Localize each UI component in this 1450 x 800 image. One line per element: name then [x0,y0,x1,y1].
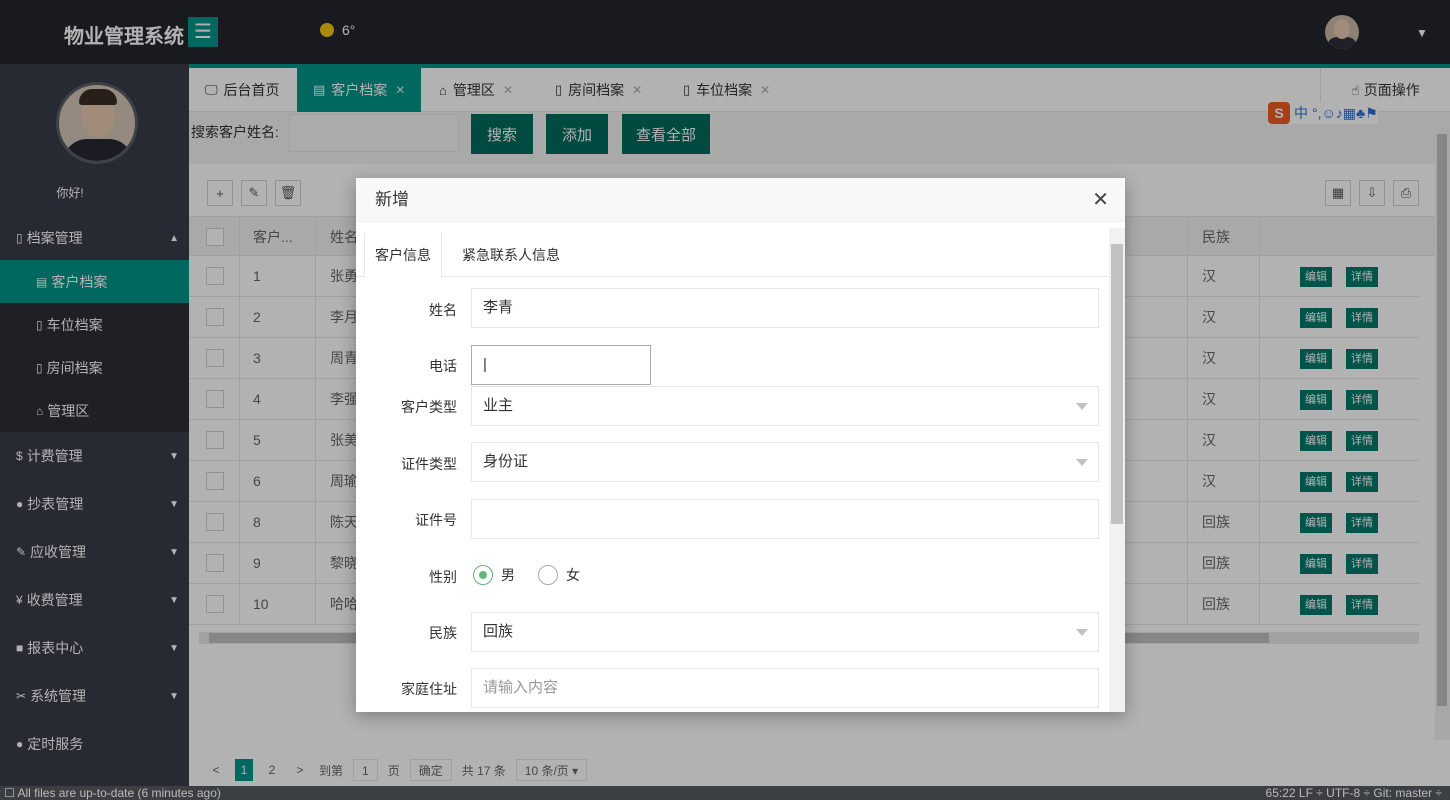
gender-male-label: 男 [501,567,515,583]
phone-label: 电话 [429,358,457,374]
chevron-down-icon [1076,403,1088,410]
id-number-field[interactable] [471,499,1099,539]
customer-type-select[interactable]: 业主 [471,386,1099,426]
name-label: 姓名 [429,302,457,318]
address-label: 家庭住址 [401,681,457,697]
radio-unchecked-icon [538,565,558,585]
status-left: ☐ All files are up-to-date (6 minutes ag… [4,786,221,800]
dialog-tabs: 客户信息 紧急联系人信息 [356,233,1108,278]
ethnic-select[interactable]: 回族 [471,612,1099,652]
tab-emergency-contact[interactable]: 紧急联系人信息 [452,233,570,277]
gender-female-radio[interactable]: 女 [538,565,580,585]
ethnic-value: 回族 [483,623,514,640]
dialog-scroll-thumb[interactable] [1111,244,1123,524]
name-field[interactable]: 李青 [471,288,1099,328]
phone-field[interactable]: | [471,345,651,385]
gender-label: 性别 [429,569,457,585]
chevron-down-icon [1076,629,1088,636]
status-left-text: All files are up-to-date (6 minutes ago) [17,786,221,800]
dialog-header: 新增 ✕ [356,178,1125,222]
ide-status-bar: ☐ All files are up-to-date (6 minutes ag… [0,786,1450,800]
dialog-title: 新增 [375,190,409,209]
id-type-select[interactable]: 身份证 [471,442,1099,482]
customer-form: 姓名 李青 电话 | 客户类型 业主 证件类型 身份证 证件号 性别 男 女 民… [356,277,1108,712]
customer-type-label: 客户类型 [401,399,457,415]
ethnic-label: 民族 [429,625,457,641]
radio-checked-icon [473,565,493,585]
tab-customer-info[interactable]: 客户信息 [364,233,442,278]
id-type-label: 证件类型 [401,456,457,472]
id-type-value: 身份证 [483,453,529,470]
gender-female-label: 女 [566,567,580,583]
gender-male-radio[interactable]: 男 [473,565,515,585]
status-right: 65:22 LF ÷ UTF-8 ÷ Git: master ÷ [1265,786,1442,800]
chevron-down-icon [1076,459,1088,466]
id-number-label: 证件号 [415,512,457,528]
address-field[interactable]: 请输入内容 [471,668,1099,708]
customer-type-value: 业主 [483,397,514,414]
add-customer-dialog: 新增 ✕ 客户信息 紧急联系人信息 姓名 李青 电话 | 客户类型 业主 证件类… [356,178,1125,712]
close-icon[interactable]: ✕ [1092,178,1109,222]
